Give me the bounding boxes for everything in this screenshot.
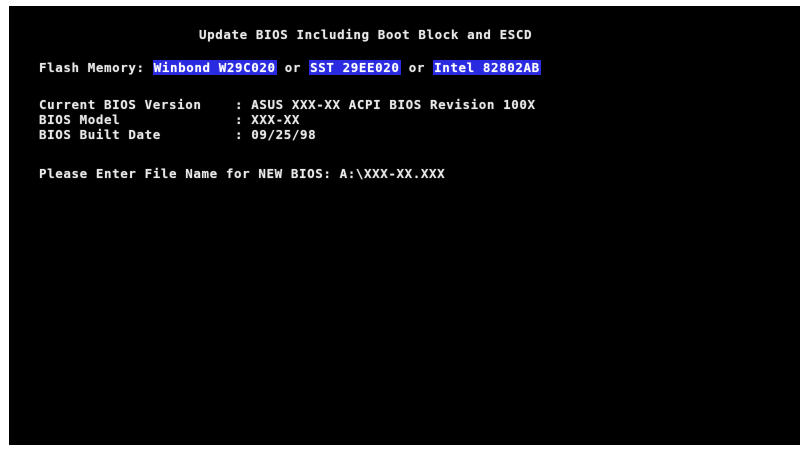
bios-info-key: Current BIOS Version [39, 97, 202, 112]
bios-info-separator: : [235, 127, 252, 142]
bios-info-separator: : [235, 97, 252, 112]
flash-separator-1: or [276, 60, 310, 75]
bios-info-value: XXX-XX [251, 112, 301, 127]
screenshot-frame: Update BIOS Including Boot Block and ESC… [0, 0, 806, 450]
bios-info-separator: : [235, 112, 252, 127]
bios-model-line: BIOS Model: XXX-XX [39, 112, 300, 127]
file-name-prompt-label: Please Enter File Name for NEW BIOS: [39, 166, 340, 181]
bios-info-key: BIOS Built Date [39, 127, 161, 142]
flash-chip-intel: Intel 82802AB [433, 60, 541, 75]
bios-info-value: 09/25/98 [251, 127, 317, 142]
bios-built-date-line: BIOS Built Date: 09/25/98 [39, 127, 316, 142]
flash-separator-2: or [400, 60, 434, 75]
flash-chip-sst: SST 29EE020 [309, 60, 401, 75]
bios-info-key: BIOS Model [39, 112, 121, 127]
bios-console-screen: Update BIOS Including Boot Block and ESC… [9, 6, 800, 445]
current-bios-version-line: Current BIOS Version: ASUS XXX-XX ACPI B… [39, 97, 536, 112]
file-name-input[interactable]: A:\XXX-XX.XXX [340, 166, 446, 181]
flash-chip-winbond: Winbond W29C020 [152, 60, 277, 75]
bios-info-value: ASUS XXX-XX ACPI BIOS Revision 100X [251, 97, 536, 112]
file-name-prompt-line[interactable]: Please Enter File Name for NEW BIOS: A:\… [39, 166, 445, 181]
screen-title: Update BIOS Including Boot Block and ESC… [199, 27, 533, 42]
flash-memory-label: Flash Memory: [39, 60, 153, 75]
flash-memory-line: Flash Memory: Winbond W29C020 or SST 29E… [39, 60, 541, 75]
